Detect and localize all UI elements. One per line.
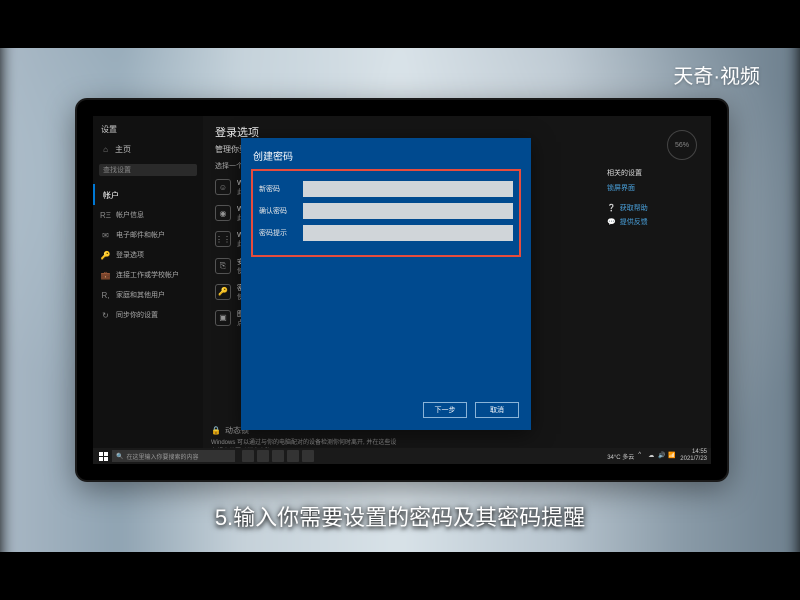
progress-ring: 56%	[667, 130, 697, 160]
taskbar-app-1[interactable]	[242, 450, 254, 462]
taskbar-search-placeholder: 在这里输入你要搜索的内容	[126, 452, 198, 461]
next-button[interactable]: 下一步	[423, 402, 467, 418]
input-confirm-password[interactable]	[303, 203, 513, 219]
taskbar-app-3[interactable]	[272, 450, 284, 462]
related-link-lock[interactable]: 锁屏界面	[607, 181, 697, 195]
sync-icon: ↻	[101, 311, 110, 320]
sidebar-category: 帐户	[93, 184, 203, 205]
input-new-password[interactable]	[303, 181, 513, 197]
modal-title: 创建密码	[241, 138, 531, 169]
key-icon: 🔑	[101, 251, 110, 260]
sidebar-search-placeholder: 查找设置	[103, 165, 131, 175]
start-button[interactable]	[97, 450, 109, 462]
weather-widget[interactable]: 34°C 多云	[607, 452, 634, 461]
pin-icon: ⋮⋮	[215, 231, 231, 247]
link-feedback[interactable]: 💬提供反馈	[607, 215, 697, 229]
modal-buttons: 下一步 取消	[423, 402, 519, 418]
sidebar-search[interactable]: 查找设置	[99, 164, 197, 176]
cancel-button[interactable]: 取消	[475, 402, 519, 418]
sidebar-item-family[interactable]: R,家庭和其他用户	[93, 285, 203, 305]
search-icon: 🔍	[116, 453, 123, 460]
sidebar-item-account-info[interactable]: RΞ帐户信息	[93, 205, 203, 225]
screen: 设置 ⌂ 主页 查找设置 帐户 RΞ帐户信息 ✉电子邮件和帐户 🔑登录选项 💼连…	[93, 116, 711, 464]
row-password-hint: 密码提示	[259, 225, 513, 241]
family-icon: R,	[101, 291, 110, 300]
taskbar-app-4[interactable]	[287, 450, 299, 462]
help-icon: ❔	[607, 204, 616, 212]
link-help[interactable]: ❔获取帮助	[607, 201, 697, 215]
sidebar-item-sync[interactable]: ↻同步你的设置	[93, 305, 203, 325]
picture-icon: ▣	[215, 310, 231, 326]
key-icon: 🔑	[215, 284, 231, 300]
create-password-modal: 创建密码 新密码 确认密码 密码提示 下一步 取消	[241, 138, 531, 430]
input-password-hint[interactable]	[303, 225, 513, 241]
fingerprint-icon: ◉	[215, 205, 231, 221]
briefcase-icon: 💼	[101, 271, 110, 280]
lock-icon: 🔒	[211, 426, 221, 435]
laptop-frame: 设置 ⌂ 主页 查找设置 帐户 RΞ帐户信息 ✉电子邮件和帐户 🔑登录选项 💼连…	[75, 98, 729, 482]
clock[interactable]: 14:55 2021/7/23	[680, 449, 707, 462]
taskbar-pinned	[242, 450, 314, 462]
watermark: 天奇·视频	[673, 60, 760, 89]
settings-sidebar: 设置 ⌂ 主页 查找设置 帐户 RΞ帐户信息 ✉电子邮件和帐户 🔑登录选项 💼连…	[93, 116, 203, 464]
taskbar-app-2[interactable]	[257, 450, 269, 462]
letterbox-top	[0, 0, 800, 48]
right-panel: 56% 相关的设置 锁屏界面 ❔获取帮助 💬提供反馈	[607, 130, 697, 229]
window-title: 设置	[93, 120, 203, 139]
related-heading: 相关的设置	[607, 168, 697, 178]
label-confirm-password: 确认密码	[259, 206, 303, 216]
taskbar-app-5[interactable]	[302, 450, 314, 462]
sidebar-home[interactable]: ⌂ 主页	[93, 139, 203, 160]
mail-icon: ✉	[101, 231, 110, 240]
letterbox-bottom	[0, 552, 800, 600]
windows-icon	[99, 452, 108, 461]
tray-icons[interactable]: ^☁🔊📶	[638, 452, 676, 460]
home-icon: ⌂	[101, 145, 110, 154]
taskbar-tray: 34°C 多云 ^☁🔊📶 14:55 2021/7/23	[607, 449, 707, 462]
usb-icon: ⎘	[215, 258, 231, 274]
face-icon: ☺	[215, 179, 231, 195]
highlight-box: 新密码 确认密码 密码提示	[251, 169, 521, 257]
sidebar-item-email[interactable]: ✉电子邮件和帐户	[93, 225, 203, 245]
sidebar-item-signin[interactable]: 🔑登录选项	[93, 245, 203, 265]
row-new-password: 新密码	[259, 181, 513, 197]
label-password-hint: 密码提示	[259, 228, 303, 238]
sidebar-item-work[interactable]: 💼连接工作或学校帐户	[93, 265, 203, 285]
tutorial-caption: 5.输入你需要设置的密码及其密码提醒	[0, 500, 800, 532]
taskbar-search[interactable]: 🔍 在这里输入你要搜索的内容	[112, 450, 235, 462]
row-confirm-password: 确认密码	[259, 203, 513, 219]
taskbar: 🔍 在这里输入你要搜索的内容 34°C 多云 ^☁🔊📶 14:55 2021/7…	[93, 448, 711, 464]
user-icon: RΞ	[101, 211, 110, 220]
label-new-password: 新密码	[259, 184, 303, 194]
feedback-icon: 💬	[607, 218, 616, 226]
sidebar-home-label: 主页	[115, 144, 131, 155]
